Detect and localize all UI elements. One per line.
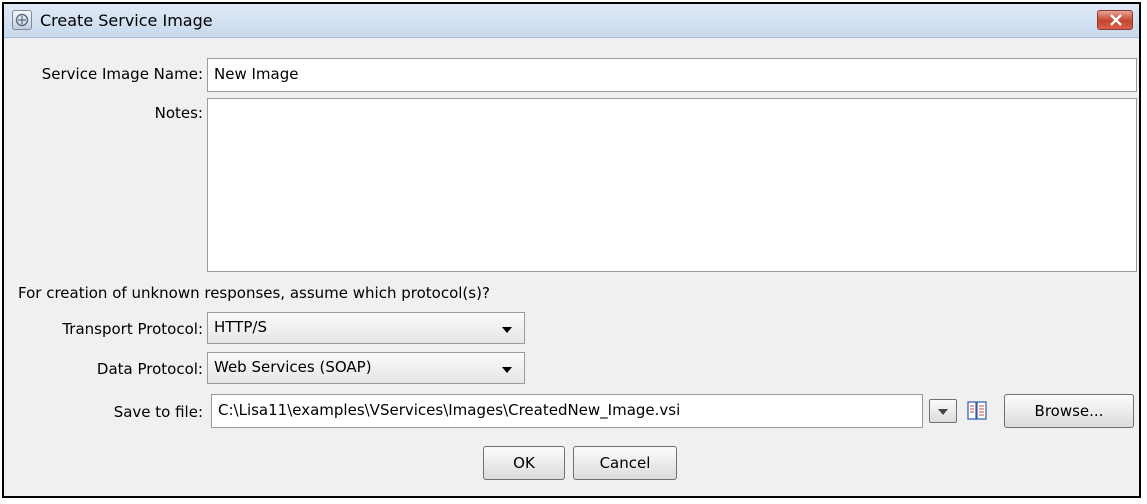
cancel-button[interactable]: Cancel [573,446,677,480]
notes-label: Notes: [154,104,203,122]
save-to-file-label: Save to file: [113,403,203,421]
ok-button[interactable]: OK [483,446,565,480]
close-icon [1110,14,1122,26]
service-image-app-icon [12,10,32,30]
chevron-down-icon [938,409,948,415]
window-title: Create Service Image [40,11,213,30]
chevron-down-icon [502,327,512,333]
service-image-name-input[interactable]: New Image [207,58,1137,92]
data-protocol-label: Data Protocol: [96,360,203,378]
dialog-window: Create Service Image Service Image Name:… [2,2,1141,498]
data-protocol-select[interactable]: Web Services (SOAP) [207,352,525,384]
save-to-file-input[interactable]: C:\Lisa11\examples\VServices\Images\Crea… [211,394,923,428]
browse-button[interactable]: Browse... [1004,394,1134,428]
data-protocol-value: Web Services (SOAP) [214,358,372,376]
close-button[interactable] [1097,10,1133,30]
notes-textarea[interactable] [207,98,1137,272]
chevron-down-icon [502,367,512,373]
transport-protocol-label: Transport Protocol: [62,320,203,338]
file-properties-icon[interactable] [966,400,988,422]
protocol-question-text: For creation of unknown responses, assum… [18,284,490,302]
service-image-name-label: Service Image Name: [41,65,203,83]
transport-protocol-select[interactable]: HTTP/S [207,312,525,344]
title-bar: Create Service Image [4,4,1139,38]
transport-protocol-value: HTTP/S [214,318,267,336]
save-path-dropdown-button[interactable] [929,399,957,423]
